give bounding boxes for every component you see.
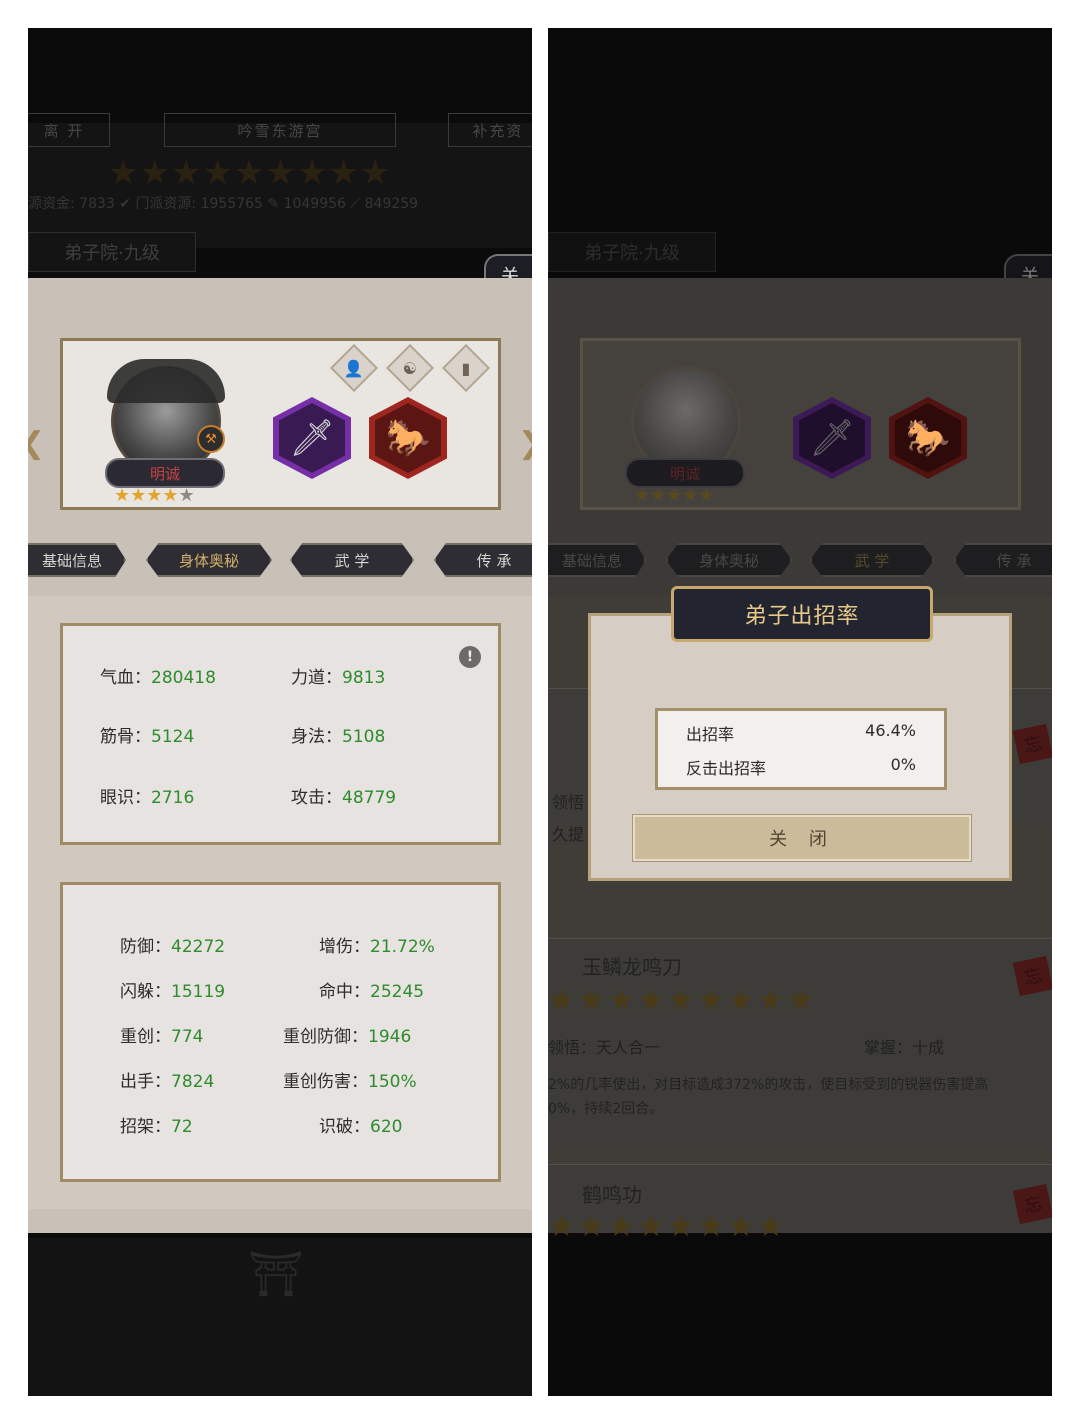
stat-hp: 气血：280418	[100, 668, 216, 688]
book-icon[interactable]: ▮	[441, 343, 491, 393]
disciple-panel: ❮ ❯ 👤 ☯ ▮ ⚒ 明诚 ★★★★★ 🗡 🐎 基础信息 身体奥秘 武 学 传…	[28, 278, 532, 1233]
stat-attack: 攻击：48779	[291, 788, 397, 808]
courtyard-tab-dimmed: 弟子院·九级	[548, 232, 716, 272]
weapon-type-icon: ⚒	[197, 425, 225, 453]
stat-agility: 身法：5108	[291, 727, 386, 747]
right-screen: 弟子院·九级 关 明诚 ★★★★★ 🗡 🐎 基础信息 身体奥秘 武 学 传 承 …	[548, 28, 1052, 1396]
person-icon[interactable]: 👤	[329, 343, 379, 393]
stat-dodge: 闪躲：15119	[120, 982, 226, 1002]
stat-crit: 重创：774	[120, 1027, 204, 1047]
resources-line: 源资金: 7833 ✔ 门派资源: 1955765 ✎ 1049956 ⟋ 84…	[28, 196, 419, 212]
horse-icon: 🐎	[375, 403, 441, 473]
hat-shape	[107, 359, 225, 403]
stat-hit: 命中：25245	[319, 982, 425, 1002]
tab-bar-dimmed: 基础信息 身体奥秘 武 学 传 承	[548, 543, 1052, 583]
tab-martial-arts-dimmed: 武 学	[810, 543, 934, 577]
yin-yang-icon[interactable]: ☯	[385, 343, 435, 393]
mount-slot[interactable]: 🐎	[369, 397, 447, 479]
sect-stars: ★★★★★★★★★	[108, 153, 392, 193]
courtyard-tab[interactable]: 弟子院·九级	[28, 232, 196, 272]
left-screen: 离 开 吟雪东游宫 补充资 ★★★★★★★★★ 源资金: 7833 ✔ 门派资源…	[28, 28, 532, 1396]
rate-row: 出招率 46.4%	[686, 721, 916, 744]
background-scene: ⛩	[28, 1238, 532, 1396]
skill-insight: 领悟	[552, 793, 585, 812]
skill-desc: 久提	[552, 825, 585, 844]
skill-name: 玉鳞龙鸣刀	[582, 955, 682, 979]
forget-stamp-icon[interactable]: 忘	[1012, 1183, 1052, 1225]
stat-constitution: 筋骨：5124	[100, 727, 195, 747]
tab-body-secrets[interactable]: 身体奥秘	[146, 543, 272, 577]
weapon-slot-dimmed: 🗡	[793, 397, 871, 479]
list-item[interactable]: 玉鳞龙鸣刀 ★★★★★★★★★ 领悟：天人合一 掌握：十成 2%的几率使出，对目…	[548, 938, 1052, 1148]
sword-icon: 🗡	[279, 403, 345, 473]
character-card: 👤 ☯ ▮ ⚒ 明诚 ★★★★★ 🗡 🐎	[60, 338, 501, 510]
skill-stars: ★★★★★★★★★	[548, 983, 818, 1018]
modal-title: 弟子出招率	[671, 586, 933, 642]
tab-basic-info[interactable]: 基础信息	[28, 543, 126, 577]
modal-rates-box: 出招率 46.4% 反击出招率 0%	[655, 708, 947, 790]
tab-martial-arts[interactable]: 武 学	[290, 543, 414, 577]
leave-button[interactable]: 离 开	[28, 113, 110, 147]
character-stars-dimmed: ★★★★★	[634, 485, 715, 506]
stat-crit-defense: 重创防御：1946	[283, 1027, 412, 1047]
character-name: 明诚	[105, 458, 225, 488]
character-stars: ★★★★★	[114, 485, 195, 506]
stat-insight: 识破：620	[319, 1117, 403, 1137]
weapon-slot[interactable]: 🗡	[273, 397, 351, 479]
stat-defense: 防御：42272	[120, 937, 226, 957]
horse-icon: 🐎	[895, 403, 961, 473]
tab-body-secrets-dimmed: 身体奥秘	[666, 543, 792, 577]
stats-content: ! 气血：280418 力道：9813 筋骨：5124 身法：5108 眼识：2…	[28, 596, 532, 1209]
modal-close-button[interactable]: 关 闭	[632, 814, 972, 862]
stat-crit-damage: 重创伤害：150%	[283, 1072, 417, 1092]
temple-icon: ⛩	[248, 1249, 304, 1300]
stat-initiative: 出手：7824	[120, 1072, 215, 1092]
prev-arrow-icon[interactable]: ❮	[28, 426, 45, 461]
attack-rate-modal: 弟子出招率 出招率 46.4% 反击出招率 0% 关 闭	[588, 586, 1012, 881]
skill-insight: 领悟：天人合一	[548, 1038, 661, 1057]
forget-stamp-icon[interactable]: 忘	[1012, 955, 1052, 997]
skill-mastery: 掌握：十成	[864, 1038, 945, 1057]
stat-strength: 力道：9813	[291, 668, 386, 688]
sword-icon: 🗡	[799, 403, 865, 473]
skill-name: 鹤鸣功	[582, 1183, 642, 1207]
character-card-dimmed: 明诚 ★★★★★ 🗡 🐎	[580, 338, 1021, 510]
character-name-dimmed: 明诚	[625, 458, 745, 488]
stat-perception: 眼识：2716	[100, 788, 195, 808]
skill-desc: 2%的几率使出，对目标造成372%的攻击，使目标受到的锐器伤害提高 0%，持续2…	[548, 1077, 989, 1117]
stat-damage-boost: 增伤：21.72%	[319, 937, 435, 957]
skill-stars: ★★★★★★★★	[548, 1209, 788, 1244]
list-item[interactable]: 鹤鸣功 ★★★★★★★★ 忘	[548, 1164, 1052, 1244]
secondary-stats-box: 防御：42272 增伤：21.72% 闪躲：15119 命中：25245 重创：…	[60, 882, 501, 1182]
forget-stamp-icon[interactable]: 忘	[1012, 723, 1052, 765]
tab-bar: 基础信息 身体奥秘 武 学 传 承	[28, 543, 532, 583]
stat-parry: 招架：72	[120, 1117, 193, 1137]
tab-inheritance-dimmed: 传 承	[954, 543, 1052, 577]
counter-rate-row: 反击出招率 0%	[686, 755, 916, 778]
primary-stats-box: ! 气血：280418 力道：9813 筋骨：5124 身法：5108 眼识：2…	[60, 623, 501, 845]
supplement-button[interactable]: 补充资	[448, 113, 532, 147]
next-arrow-icon[interactable]: ❯	[518, 426, 532, 461]
tab-basic-info-dimmed: 基础信息	[548, 543, 646, 577]
info-icon[interactable]: !	[459, 646, 481, 668]
mount-slot-dimmed: 🐎	[889, 397, 967, 479]
sect-title: 吟雪东游宫	[164, 113, 396, 147]
tab-inheritance[interactable]: 传 承	[434, 543, 532, 577]
